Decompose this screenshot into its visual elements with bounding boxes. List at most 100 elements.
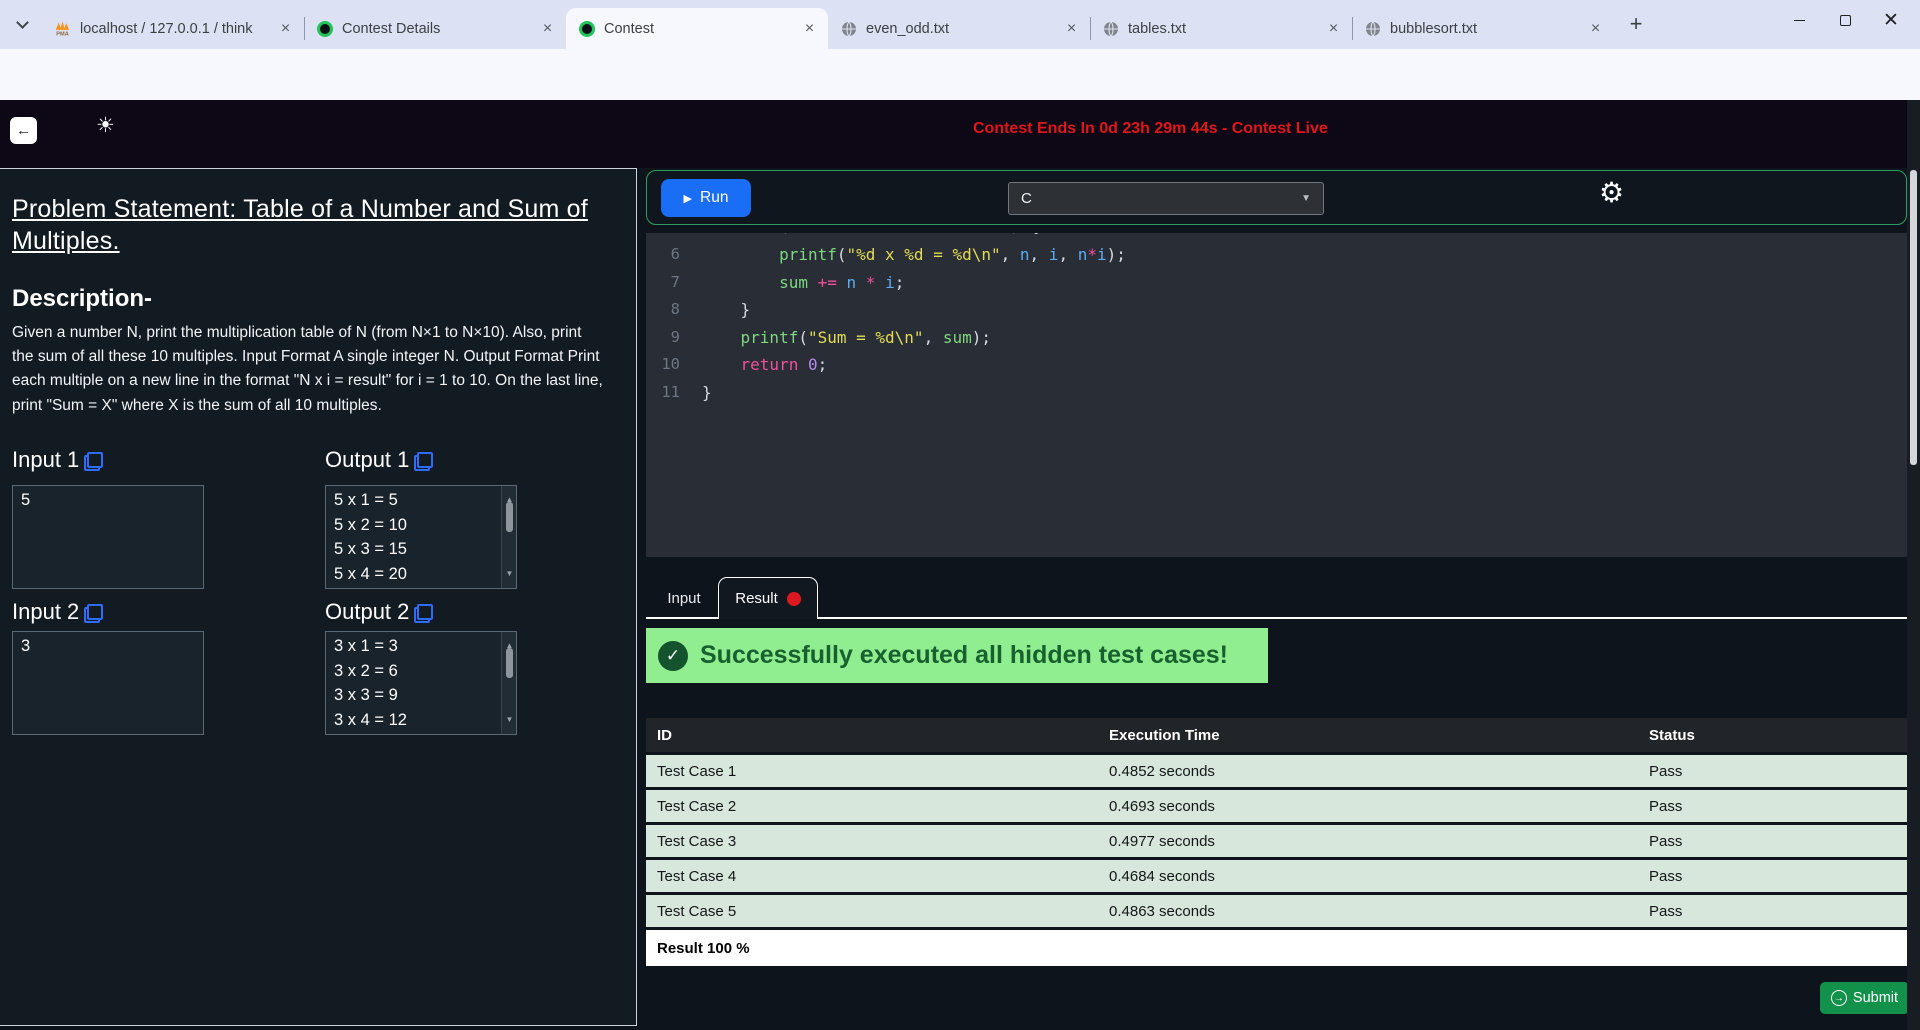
code-token: sum — [779, 273, 808, 292]
code-token: ; — [962, 233, 981, 235]
tab-search-button[interactable] — [9, 11, 36, 38]
clipped-code-line: for (int i = 1; i <= 10; i++) { — [646, 233, 1907, 239]
cell-status: Pass — [1638, 868, 1907, 885]
code-token: ); — [972, 328, 991, 347]
tab-result[interactable]: Result — [718, 577, 818, 619]
cell-id: Test Case 5 — [646, 903, 1098, 920]
code-text: printf("Sum = %d\n", sum); — [702, 324, 991, 352]
result-row: Test Case 40.4684 secondsPass — [646, 860, 1907, 892]
output1-lines: 5 x 1 = 55 x 2 = 105 x 3 = 155 x 4 = 20 — [334, 488, 496, 586]
code-token: ; — [875, 233, 894, 235]
browser-toolbar: ← → i 127.0.0.1:8000/contest/2/question/… — [0, 49, 1920, 100]
input2-value: 3 — [21, 637, 30, 655]
input1-box[interactable]: 5 — [12, 485, 204, 589]
tab-close-icon[interactable]: × — [1587, 20, 1604, 37]
close-window-button[interactable]: ✕ — [1868, 0, 1914, 41]
code-token: , — [1030, 245, 1049, 264]
code-token: ( — [798, 328, 808, 347]
cell-id: Test Case 1 — [646, 763, 1098, 780]
code-token: for — [741, 233, 770, 235]
tab-close-icon[interactable]: × — [1325, 20, 1342, 37]
browser-tab-2[interactable]: Contest Details× — [304, 8, 566, 49]
page-back-button[interactable]: ← — [10, 117, 37, 144]
copy-icon[interactable] — [414, 604, 433, 623]
code-editor[interactable]: for (int i = 1; i <= 10; i++) { 6 printf… — [646, 233, 1907, 557]
svg-text:PMA: PMA — [56, 32, 69, 37]
browser-tab-5[interactable]: tables.txt× — [1090, 8, 1352, 49]
scroll-down-icon[interactable]: ▼ — [502, 562, 517, 587]
input2-box[interactable]: 3 — [12, 631, 204, 735]
tab-input[interactable]: Input — [650, 578, 718, 618]
tab-close-icon[interactable]: × — [277, 20, 294, 37]
code-token: printf — [741, 328, 799, 347]
line-number: 11 — [646, 379, 680, 407]
page-scrollbar[interactable] — [1907, 100, 1920, 1030]
code-line: 6 printf("%d x %d = %d\n", n, i, n*i); — [646, 241, 1907, 269]
line-number: 9 — [646, 324, 680, 352]
code-token: 1 — [866, 233, 876, 235]
language-select[interactable]: C ▼ — [1008, 182, 1324, 215]
tab-title: even_odd.txt — [866, 21, 1063, 37]
code-token: i — [895, 233, 905, 235]
browser-tab-4[interactable]: even_odd.txt× — [828, 8, 1090, 49]
table-body: Test Case 10.4852 secondsPassTest Case 2… — [646, 755, 1907, 927]
scroll-thumb[interactable] — [506, 502, 513, 532]
maximize-button[interactable] — [1822, 0, 1868, 41]
browser-tab-6[interactable]: bubblesort.txt× — [1352, 8, 1614, 49]
code-token — [702, 273, 779, 292]
tab-close-icon[interactable]: × — [1063, 20, 1080, 37]
result-row: Test Case 50.4863 secondsPass — [646, 895, 1907, 927]
browser-tab-1[interactable]: PMAlocalhost / 127.0.0.1 / think× — [42, 8, 304, 49]
code-line: 7 sum += n * i; — [646, 269, 1907, 297]
output-line: 3 x 4 = 12 — [334, 708, 496, 733]
window-controls: ✕ — [1776, 0, 1914, 41]
output2-label-row: Output 2 — [325, 599, 433, 625]
code-token: sum — [943, 328, 972, 347]
code-token: int — [789, 233, 818, 235]
output2-box[interactable]: 3 x 1 = 33 x 2 = 63 x 3 = 93 x 4 = 12 ▲ … — [325, 631, 517, 735]
tab-title: Contest Details — [342, 21, 539, 37]
input1-value: 5 — [21, 491, 30, 509]
minimize-button[interactable] — [1776, 0, 1822, 41]
code-token: , — [1058, 245, 1077, 264]
result-row: Test Case 10.4852 secondsPass — [646, 755, 1907, 787]
line-number: 7 — [646, 269, 680, 297]
new-tab-button[interactable]: + — [1622, 10, 1650, 38]
tab-close-icon[interactable]: × — [801, 20, 818, 37]
code-token: 10 — [943, 233, 962, 235]
browser-tab-3[interactable]: Contest× — [566, 8, 828, 49]
theme-toggle-sun-icon[interactable]: ☀ — [96, 113, 115, 138]
code-token: i — [885, 273, 895, 292]
tab-close-icon[interactable]: × — [539, 20, 556, 37]
output1-scrollbar[interactable]: ▲ ▼ — [501, 486, 516, 588]
line-number: 10 — [646, 351, 680, 379]
output-line: 5 x 1 = 5 — [334, 488, 496, 513]
output2-lines: 3 x 1 = 33 x 2 = 63 x 3 = 93 x 4 = 12 — [334, 634, 496, 732]
description-heading: Description- — [12, 285, 152, 313]
code-token: ( — [769, 233, 788, 235]
code-line: 10 return 0; — [646, 351, 1907, 379]
code-token: i — [981, 233, 991, 235]
submit-button[interactable]: → Submit — [1820, 982, 1909, 1014]
output2-scrollbar[interactable]: ▲ ▼ — [501, 632, 516, 734]
scroll-thumb[interactable] — [506, 648, 513, 678]
output1-box[interactable]: 5 x 1 = 55 x 2 = 105 x 3 = 155 x 4 = 20 … — [325, 485, 517, 589]
copy-icon[interactable] — [84, 604, 103, 623]
submit-label: Submit — [1853, 990, 1898, 1006]
code-token: ; — [895, 273, 905, 292]
scroll-down-icon[interactable]: ▼ — [502, 708, 517, 733]
tab-strip: PMAlocalhost / 127.0.0.1 / think×Contest… — [0, 0, 1920, 49]
copy-icon[interactable] — [84, 452, 103, 471]
copy-icon[interactable] — [414, 452, 433, 471]
code-token: "Sum = %d\n" — [808, 328, 924, 347]
run-button[interactable]: ▶ Run — [661, 179, 751, 217]
minimize-icon — [1794, 20, 1805, 22]
code-token: , — [924, 328, 943, 347]
code-text: return 0; — [702, 351, 827, 379]
line-number: 8 — [646, 296, 680, 324]
code-token — [875, 273, 885, 292]
line-number — [646, 233, 680, 239]
settings-gear-icon[interactable]: ⚙ — [1599, 176, 1624, 209]
code-token — [818, 233, 828, 235]
scrollbar-thumb[interactable] — [1910, 170, 1917, 465]
